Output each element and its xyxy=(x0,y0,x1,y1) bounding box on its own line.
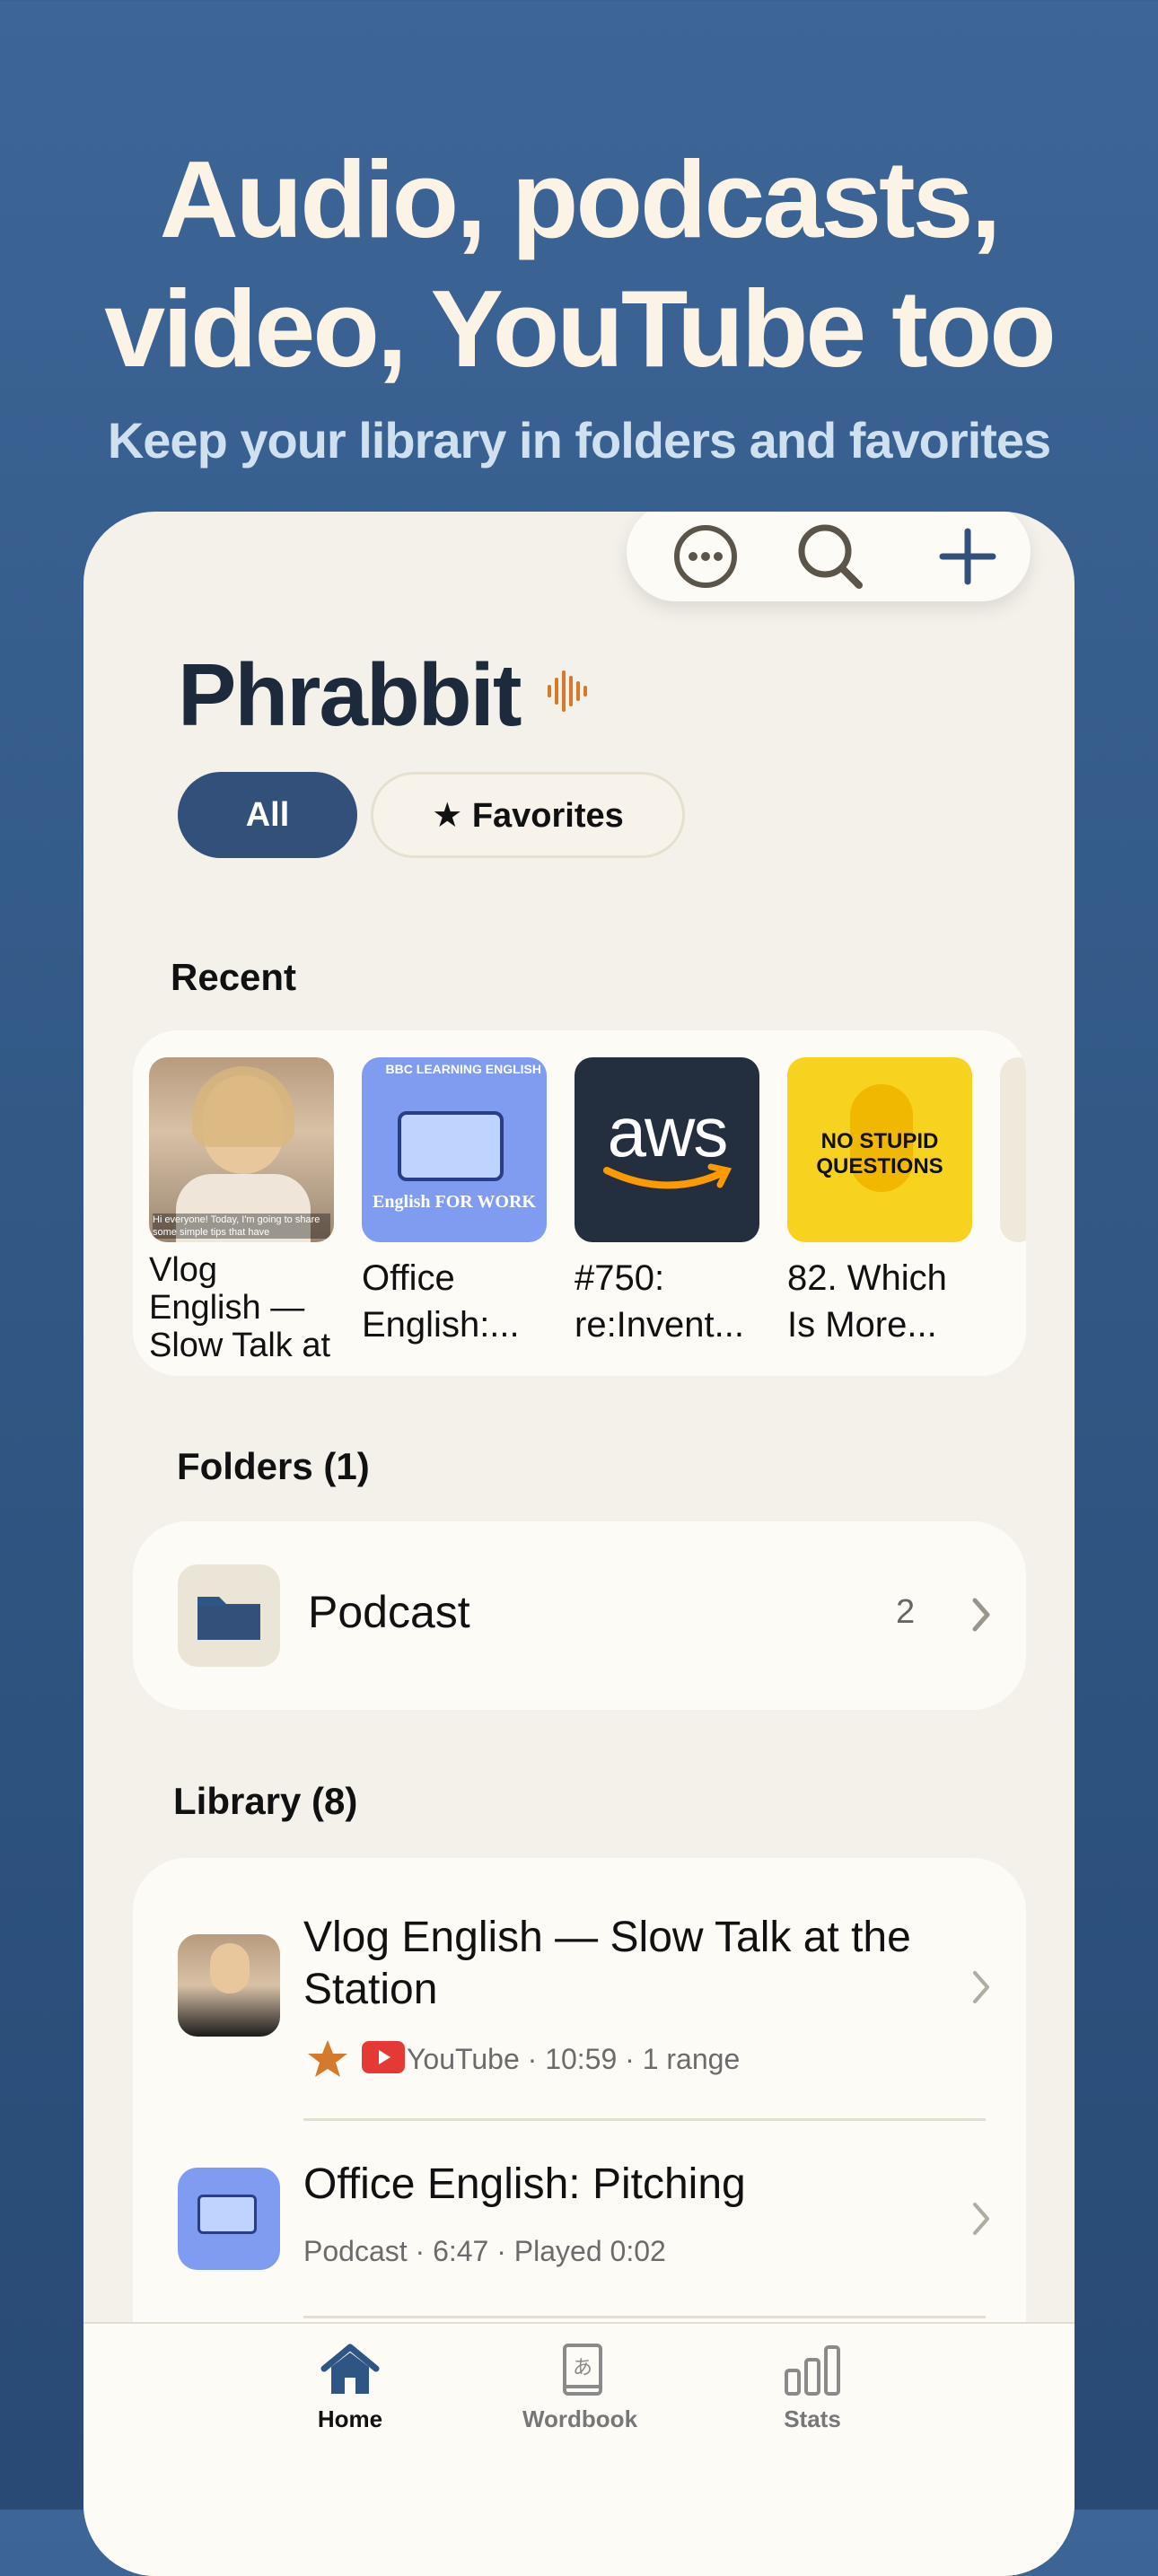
library-row-title-line-2: Station xyxy=(303,1966,438,2013)
top-toolbar xyxy=(627,512,1031,601)
youtube-icon xyxy=(362,2041,405,2073)
folder-icon-tile xyxy=(178,1564,280,1667)
add-button[interactable] xyxy=(923,512,1013,601)
audio-wave-icon xyxy=(548,670,587,712)
chevron-right-icon xyxy=(973,2203,989,2235)
recent-item-title: 82. Which Is More... xyxy=(787,1258,947,1345)
library-row-thumbnail xyxy=(178,1934,280,2037)
svg-text:あ: あ xyxy=(573,2357,592,2379)
aws-smile-icon xyxy=(603,1163,733,1189)
headline-line-1: Audio, podcasts, xyxy=(159,138,1002,260)
tab-stats[interactable]: Stats xyxy=(732,2342,893,2433)
tab-wordbook[interactable]: あ Wordbook xyxy=(499,2342,661,2433)
recent-carousel[interactable]: Hi everyone! Today, I'm going to share s… xyxy=(133,1030,1026,1376)
recent-item[interactable]: aws #750: re:Invent... xyxy=(575,1057,759,1348)
plus-icon xyxy=(939,528,996,585)
library-row-meta: Podcast · 6:47 · Played 0:02 xyxy=(303,2235,666,2267)
recent-item[interactable]: NO STUPID QUESTIONS 82. Which Is More... xyxy=(787,1057,972,1348)
recent-item-title: #750: re:Invent... xyxy=(575,1258,744,1345)
folder-count: 2 xyxy=(896,1593,916,1631)
ellipsis-circle-icon xyxy=(674,525,737,588)
recent-thumbnail: NO STUPID QUESTIONS xyxy=(787,1057,972,1242)
thumb-text: English FOR WORK xyxy=(373,1192,536,1212)
tab-wordbook-label: Wordbook xyxy=(522,2405,638,2432)
row-divider xyxy=(303,2316,986,2318)
library-row-title: Vlog English — Slow Talk at the Station xyxy=(303,1912,911,2016)
search-button[interactable] xyxy=(785,512,875,601)
recent-thumbnail: aws xyxy=(575,1057,759,1242)
filter-favorites-button[interactable]: ★ Favorites xyxy=(371,772,685,858)
thumb-laptop-shape xyxy=(398,1111,504,1181)
recent-thumbnail xyxy=(1000,1057,1026,1242)
filter-all-button[interactable]: All xyxy=(178,772,357,858)
more-button[interactable] xyxy=(661,512,750,601)
marketing-headline: Audio, podcasts, video, YouTube too xyxy=(0,135,1158,393)
recent-item-partial[interactable] xyxy=(1000,1057,1026,1242)
recent-thumbnail: Hi everyone! Today, I'm going to share s… xyxy=(149,1057,334,1242)
thumb-brand: BBC LEARNING ENGLISH xyxy=(385,1062,541,1076)
library-row-title-line-1: Vlog English — Slow Talk at the xyxy=(303,1914,911,1961)
aws-logo-text: aws xyxy=(607,1092,729,1171)
phone-screen: Phrabbit All ★ Favorites Recent Hi every… xyxy=(83,512,1075,2576)
folder-row[interactable]: Podcast 2 xyxy=(133,1521,1026,1710)
house-icon xyxy=(320,2344,380,2394)
book-icon: あ xyxy=(563,2344,602,2396)
chevron-right-icon xyxy=(972,1598,990,1632)
library-row-meta: YouTube · 10:59 · 1 range xyxy=(407,2043,741,2075)
folder-icon xyxy=(197,1597,260,1640)
thumb-laptop-shape xyxy=(197,2195,257,2234)
folder-name: Podcast xyxy=(308,1587,470,1637)
library-row-title: Office English: Pitching xyxy=(303,2160,746,2208)
recent-thumbnail: BBC LEARNING ENGLISH English FOR WORK xyxy=(362,1057,547,1242)
library-row-thumbnail xyxy=(178,2168,280,2270)
recent-item[interactable]: Hi everyone! Today, I'm going to share s… xyxy=(149,1057,334,1364)
magnifier-icon xyxy=(798,524,863,589)
tab-bar: Home あ Wordbook Stats xyxy=(83,2322,1075,2576)
marketing-subheadline: Keep your library in folders and favorit… xyxy=(107,412,1051,469)
hair-shape xyxy=(192,1066,294,1147)
recent-item[interactable]: BBC LEARNING ENGLISH English FOR WORK Of… xyxy=(362,1057,547,1348)
recent-item-title: Vlog English — Slow Talk at xyxy=(149,1251,331,1364)
favorite-star-icon[interactable] xyxy=(306,2037,349,2081)
row-divider xyxy=(303,2118,986,2121)
recent-item-title: Office English:... xyxy=(362,1258,520,1345)
folders-section-title: Folders (1) xyxy=(177,1445,370,1487)
chevron-right-icon xyxy=(973,1971,989,2003)
recent-section-title: Recent xyxy=(171,956,297,998)
thumb-caption: Hi everyone! Today, I'm going to share s… xyxy=(153,1214,330,1239)
tab-home-label: Home xyxy=(317,2405,383,2432)
tab-home[interactable]: Home xyxy=(269,2342,431,2433)
thumb-text: NO STUPID QUESTIONS xyxy=(816,1129,943,1178)
app-title: Phrabbit xyxy=(178,645,522,744)
tab-stats-label: Stats xyxy=(784,2405,841,2432)
bar-chart-icon xyxy=(785,2345,840,2396)
headline-line-2: video, YouTube too xyxy=(104,267,1057,390)
library-section-title: Library (8) xyxy=(173,1780,358,1822)
person-face-shape xyxy=(210,1943,250,1993)
